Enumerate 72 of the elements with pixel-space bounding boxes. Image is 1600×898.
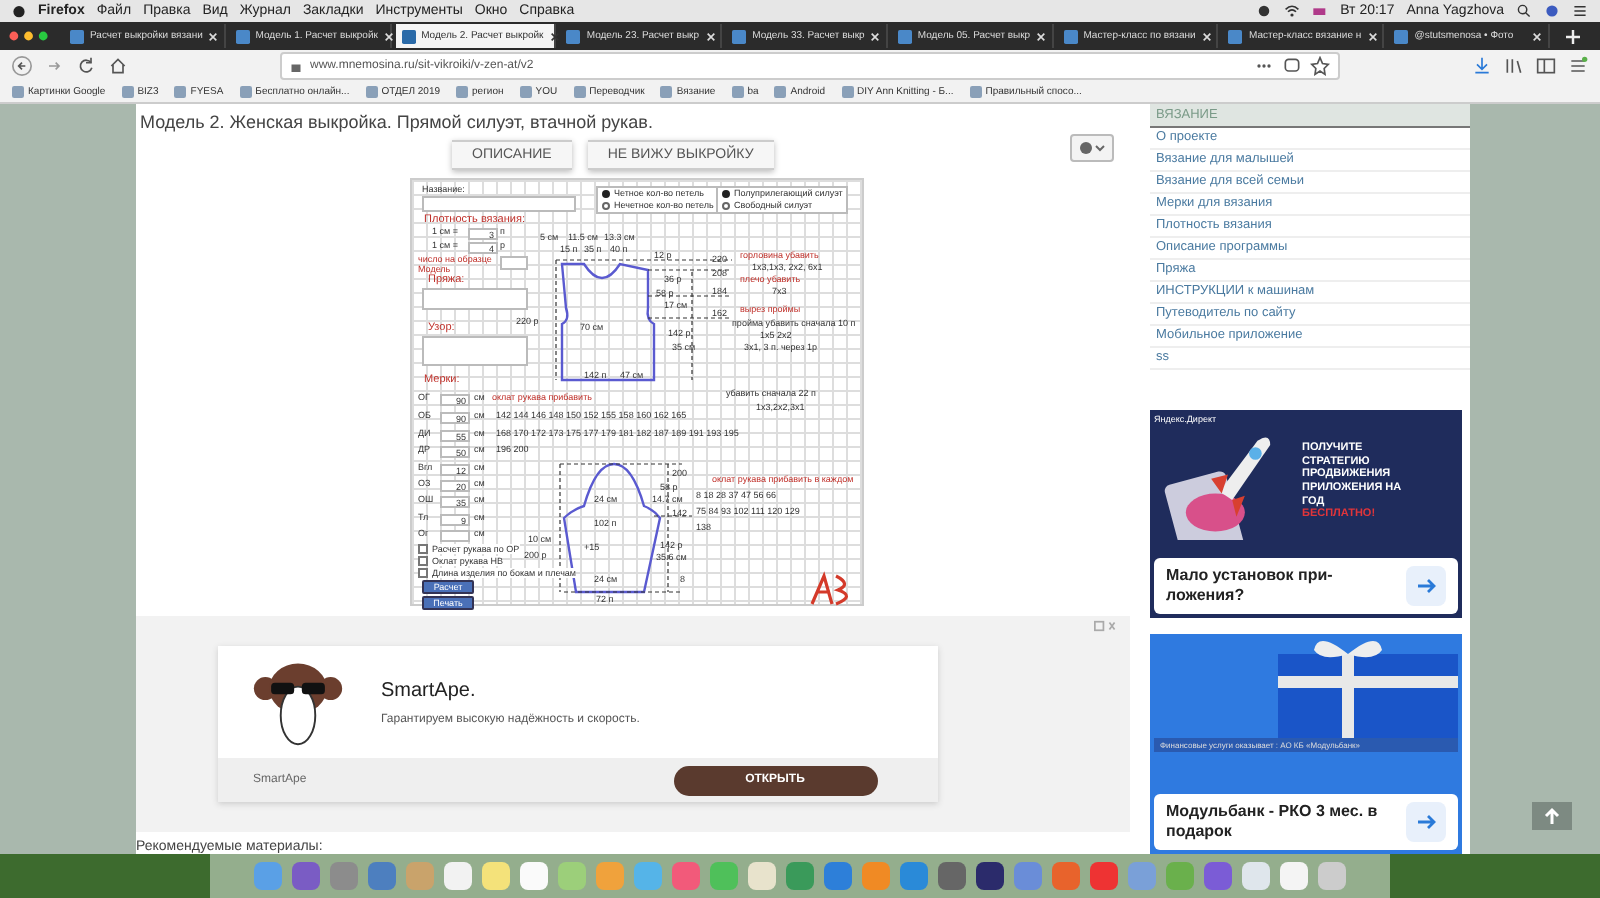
- pocket-icon[interactable]: [1282, 56, 1302, 76]
- checkbox[interactable]: [418, 543, 428, 554]
- radio-button[interactable]: [722, 201, 730, 210]
- forward-icon[interactable]: [44, 56, 64, 76]
- bookmark-icon: [969, 86, 982, 98]
- settings-button[interactable]: [1070, 134, 1114, 162]
- ad-info-icon[interactable]: [1094, 620, 1118, 633]
- arrow-icon: [1414, 810, 1438, 834]
- name-input-field[interactable]: [422, 195, 576, 212]
- bookmark-icon: [660, 86, 673, 98]
- close-icon[interactable]: [549, 31, 560, 41]
- bookmark-icon: [519, 86, 532, 98]
- checkbox[interactable]: [418, 567, 428, 578]
- page-icon: [1228, 29, 1243, 43]
- yarn-input-field[interactable]: [422, 287, 528, 310]
- reload-icon[interactable]: [76, 56, 96, 76]
- radio-button[interactable]: [602, 189, 610, 198]
- apple-icon[interactable]: [12, 4, 26, 18]
- app-icon[interactable]: [936, 860, 968, 892]
- bookmark-icon: [573, 86, 586, 98]
- page-icon: [1063, 29, 1078, 43]
- bookmark-icon: [174, 86, 187, 98]
- gear-icon: [1078, 140, 1106, 156]
- ad-text: Мало установок при-ложения?: [1166, 565, 1335, 605]
- logo-icon: [810, 574, 849, 606]
- arrow-button[interactable]: [1406, 802, 1446, 842]
- wifi-icon[interactable]: [1284, 4, 1301, 18]
- bookmark-icon: [365, 86, 378, 98]
- battery-icon[interactable]: [1312, 4, 1329, 18]
- sidebar-icon[interactable]: [1536, 56, 1556, 76]
- window-controls-icon[interactable]: [8, 30, 52, 42]
- menu-icon[interactable]: [1568, 56, 1588, 76]
- checkbox[interactable]: [418, 555, 428, 566]
- model-input-field[interactable]: [500, 255, 528, 270]
- star-icon[interactable]: [1310, 56, 1330, 76]
- page-icon: [1394, 29, 1409, 43]
- list-icon[interactable]: [1572, 4, 1588, 18]
- page-icon: [235, 29, 250, 43]
- radio-button[interactable]: [602, 201, 610, 210]
- siri-icon[interactable]: [1544, 4, 1560, 18]
- search-icon[interactable]: [1516, 4, 1532, 18]
- page-icon: [566, 29, 581, 43]
- new-tab-icon[interactable]: [1566, 29, 1581, 43]
- arrow-icon: [1414, 573, 1438, 598]
- bookmark-icon: [121, 86, 134, 98]
- page-icon: [732, 29, 747, 43]
- library-icon[interactable]: [1504, 56, 1524, 76]
- ad-text: Модульбанк - РКО 3 мес. в подарок: [1166, 802, 1380, 842]
- page-icon: [897, 29, 912, 43]
- page-icon: [70, 29, 84, 43]
- lock-icon: [290, 60, 302, 72]
- measure-input-field[interactable]: [440, 529, 470, 542]
- arrow-button[interactable]: [1406, 565, 1446, 606]
- bookmark-icon: [12, 86, 24, 98]
- status-icon[interactable]: [1256, 4, 1273, 18]
- scroll-to-top-button[interactable]: [1532, 802, 1572, 830]
- home-icon[interactable]: [108, 56, 128, 76]
- bookmark-icon: [731, 86, 744, 98]
- stitch-input-field[interactable]: [422, 335, 528, 366]
- app-icon[interactable]: [974, 860, 1006, 892]
- page-icon: [401, 29, 416, 43]
- bookmark-icon: [456, 86, 469, 98]
- page-title: Модель 2. Женская выкройка. Прямой силуэт, втачной рукав.: [138, 110, 655, 132]
- bookmark-icon: [239, 86, 252, 98]
- back-icon[interactable]: [12, 56, 32, 76]
- app-icon[interactable]: [518, 860, 550, 892]
- download-icon[interactable]: [1472, 56, 1492, 76]
- bookmark-icon: [774, 86, 787, 98]
- ad-title: SmartApe.: [381, 679, 478, 702]
- arrow-up-icon: [1542, 806, 1562, 826]
- bookmark-icon: [841, 86, 854, 98]
- radio-button[interactable]: [722, 189, 730, 198]
